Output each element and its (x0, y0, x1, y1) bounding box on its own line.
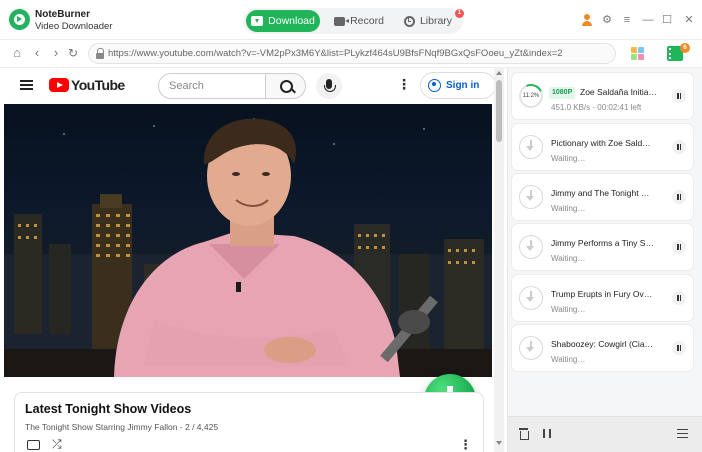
video-player[interactable] (4, 104, 492, 377)
pause-icon[interactable] (672, 140, 686, 154)
minimize-icon[interactable]: — (641, 13, 655, 27)
library-badge: 1 (455, 9, 464, 18)
download-arrow-icon (519, 135, 543, 159)
main-nav: Download Record Library (243, 8, 463, 34)
apps-grid-icon[interactable] (631, 47, 644, 60)
clock-icon (403, 15, 415, 27)
queue-item-title: Shaboozey: Cowgirl (Cia… (551, 339, 654, 349)
tab-download[interactable]: Download (246, 10, 320, 32)
video-frame (4, 118, 492, 377)
refresh-icon[interactable]: ↻ (65, 45, 81, 61)
tab-library-label: Library (419, 15, 453, 27)
queue-item[interactable]: Pictionary with Zoe Sald… Waiting… (512, 124, 693, 170)
queue-item[interactable]: 11.2% 1080P Zoe Saldaña Initia… 451.0 KB… (512, 73, 693, 119)
noteburner-logo-icon (9, 9, 30, 30)
queue-item-status: 451.0 KB/s - 00:02:41 left (551, 103, 642, 112)
menu-icon[interactable]: ≡ (620, 13, 634, 27)
queue-item[interactable]: Jimmy and The Tonight … Waiting… (512, 174, 693, 220)
scroll-up-arrow-icon[interactable] (496, 71, 502, 75)
title-bar: NoteBurner Video Downloader Download Rec… (0, 0, 702, 40)
scroll-down-arrow-icon[interactable] (496, 441, 502, 445)
progress-percent: 11.2% (522, 93, 540, 99)
url-text: https://www.youtube.com/watch?v=-VM2pPx3… (108, 48, 563, 59)
playlist-title[interactable]: Latest Tonight Show Videos (25, 402, 191, 416)
queue-item-title: Trump Erupts in Fury Ov… (551, 289, 653, 299)
pause-icon[interactable] (672, 240, 686, 254)
youtube-header: YouTube Search ⋮ Sign in (4, 68, 496, 104)
pause-icon[interactable] (672, 291, 686, 305)
youtube-logo-text[interactable]: YouTube (71, 77, 125, 93)
home-icon[interactable]: ⌂ (9, 45, 25, 61)
queue-item[interactable]: Jimmy Performs a Tiny S… Waiting… (512, 224, 693, 270)
list-view-icon[interactable] (677, 429, 688, 438)
playlist-panel: Latest Tonight Show Videos The Tonight S… (14, 392, 484, 452)
address-bar: ⌂ ‹ › ↻ https://www.youtube.com/watch?v=… (0, 40, 702, 68)
sign-in-button[interactable]: Sign in (420, 72, 496, 99)
queue-item[interactable]: Shaboozey: Cowgirl (Cia… Waiting… (512, 325, 693, 371)
queue-item-title: Jimmy Performs a Tiny S… (551, 238, 654, 248)
app-name: NoteBurner (35, 9, 91, 20)
queue-item-title: Pictionary with Zoe Sald… (551, 138, 651, 148)
search-icon[interactable] (266, 73, 306, 99)
account-icon (428, 79, 441, 92)
gear-icon[interactable]: ⚙ (600, 13, 614, 27)
queue-footer (508, 416, 702, 452)
trash-icon[interactable] (519, 428, 529, 440)
queue-item[interactable]: Trump Erupts in Fury Ov… Waiting… (512, 275, 693, 321)
playlist-more-icon[interactable]: ⋮ (459, 438, 472, 451)
download-arrow-icon (519, 336, 543, 360)
more-options-icon[interactable]: ⋮ (397, 77, 411, 91)
tab-record[interactable]: Record (329, 10, 389, 32)
download-arrow-icon (519, 185, 543, 209)
download-tab-icon (251, 16, 264, 26)
web-view: YouTube Search ⋮ Sign in Latest Tonight … (4, 68, 504, 452)
lock-icon (95, 48, 105, 60)
forward-icon[interactable]: › (48, 45, 64, 61)
shuffle-icon[interactable]: ⤮ (52, 438, 62, 450)
download-queue-panel: 11.2% 1080P Zoe Saldaña Initia… 451.0 KB… (507, 68, 702, 452)
queue-item-title: Jimmy and The Tonight … (551, 188, 650, 198)
scrollbar[interactable] (494, 68, 504, 452)
quality-badge: 1080P (549, 87, 576, 99)
url-input[interactable]: https://www.youtube.com/watch?v=-VM2pPx3… (88, 43, 616, 64)
app-subtitle: Video Downloader (35, 21, 113, 32)
sign-in-label: Sign in (446, 80, 480, 91)
tab-download-label: Download (268, 15, 315, 27)
video-camera-icon (334, 16, 350, 26)
close-icon[interactable]: ✕ (682, 13, 696, 27)
scroll-thumb[interactable] (496, 80, 502, 142)
download-arrow-icon (519, 235, 543, 259)
tab-library[interactable]: Library (398, 10, 458, 32)
queue-count-badge: 6 (680, 43, 690, 53)
download-arrow-icon (519, 286, 543, 310)
queue-item-status: Waiting… (551, 154, 586, 163)
pause-icon[interactable] (672, 341, 686, 355)
youtube-logo-icon[interactable] (49, 78, 69, 92)
pause-all-icon[interactable] (543, 429, 551, 438)
queue-item-status: Waiting… (551, 254, 586, 263)
hamburger-menu-icon[interactable] (20, 80, 33, 90)
microphone-icon[interactable] (316, 73, 342, 99)
pause-icon[interactable] (672, 89, 686, 103)
maximize-icon[interactable]: ☐ (660, 13, 674, 27)
queue-item-status: Waiting… (551, 355, 586, 364)
loop-icon[interactable] (27, 440, 40, 450)
youtube-search-input[interactable]: Search (158, 73, 266, 99)
queue-item-title: Zoe Saldaña Initia… (580, 87, 658, 97)
playlist-subtitle[interactable]: The Tonight Show Starring Jimmy Fallon -… (25, 422, 218, 432)
user-icon[interactable] (580, 13, 594, 27)
queue-item-status: Waiting… (551, 305, 586, 314)
pause-icon[interactable] (672, 190, 686, 204)
tab-record-label: Record (350, 15, 384, 27)
back-icon[interactable]: ‹ (29, 45, 45, 61)
queue-item-status: Waiting… (551, 204, 586, 213)
